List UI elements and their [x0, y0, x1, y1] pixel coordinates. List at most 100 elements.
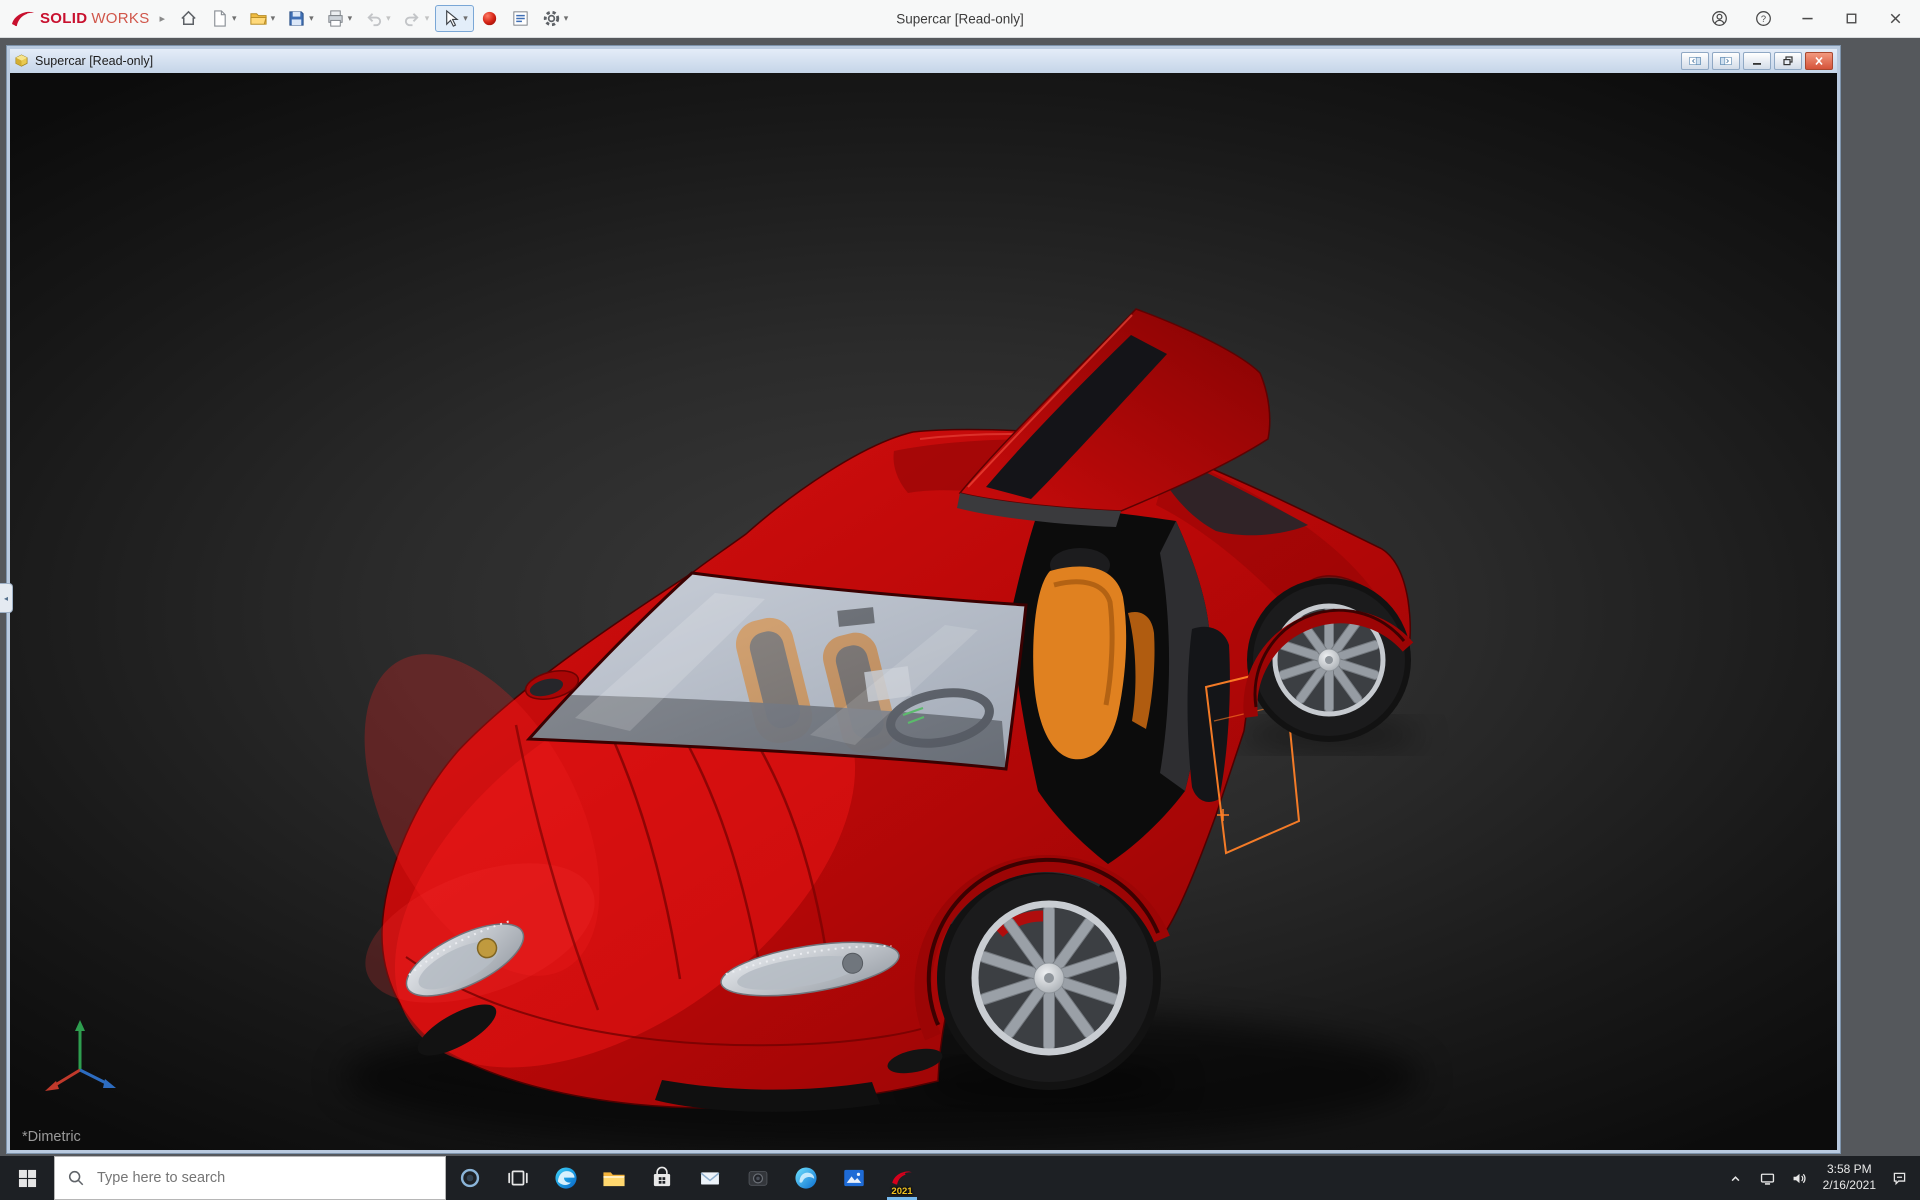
cortana-button[interactable]	[446, 1156, 494, 1200]
print-button[interactable]: ▾	[320, 5, 359, 32]
action-center-button[interactable]	[1891, 1170, 1908, 1187]
dropdown-caret[interactable]: ▾	[386, 13, 391, 24]
search-input[interactable]	[95, 1169, 433, 1187]
save-button[interactable]: ▾	[281, 5, 320, 32]
toolbar-expand-arrow[interactable]: ▸	[160, 12, 166, 25]
chevron-up-icon	[1731, 1175, 1740, 1181]
new-document-icon	[214, 10, 226, 27]
select-cursor-icon	[446, 9, 459, 27]
save-icon	[289, 11, 304, 26]
pane-toggle-right-icon	[1720, 57, 1732, 65]
quick-toolbar: ▾ ▾ ▾ ▾ ▾ ▾ ▾ ▾	[173, 5, 574, 32]
doc-minimize-button[interactable]	[1743, 52, 1771, 70]
window-title: Supercar [Read-only]	[896, 11, 1024, 26]
doc-restore-icon	[1783, 56, 1793, 66]
brand-text-light: WORKS	[91, 10, 150, 27]
taskbar-search[interactable]	[54, 1156, 446, 1200]
dropdown-caret[interactable]: ▾	[463, 13, 468, 24]
part-document-icon	[14, 54, 29, 69]
appearance-sphere-icon	[482, 11, 496, 26]
svg-text:?: ?	[1761, 14, 1766, 24]
network-button[interactable]	[1759, 1170, 1776, 1187]
document-titlebar[interactable]: Supercar [Read-only]	[10, 49, 1837, 73]
account-icon	[1712, 11, 1727, 26]
dropdown-caret[interactable]: ▾	[564, 13, 569, 24]
taskbar-icon-file-explorer[interactable]	[590, 1156, 638, 1200]
properties-button[interactable]	[505, 5, 536, 32]
action-center-icon	[1893, 1172, 1906, 1185]
volume-button[interactable]	[1791, 1170, 1808, 1187]
collapsed-panel-tab[interactable]: ◂	[0, 583, 13, 613]
hidden-icons-button[interactable]	[1727, 1170, 1744, 1187]
help-icon: ?	[1756, 11, 1771, 26]
minimize-icon	[1802, 17, 1813, 20]
help-button[interactable]: ?	[1755, 10, 1772, 27]
dropdown-caret[interactable]: ▾	[309, 13, 314, 24]
select-tool-button[interactable]: ▾	[435, 5, 474, 32]
home-button[interactable]	[173, 5, 204, 32]
doc-close-button[interactable]	[1805, 52, 1833, 70]
titlebar-controls: ?	[1711, 10, 1910, 27]
taskbar-icon-mail[interactable]	[686, 1156, 734, 1200]
camera-icon	[748, 1171, 768, 1186]
clock-time: 3:58 PM	[1826, 1162, 1872, 1177]
redo-icon	[404, 13, 419, 27]
maximize-icon	[1846, 13, 1857, 24]
solidworks-logo[interactable]: SOLID WORKS	[10, 8, 150, 30]
doc-minimize-icon	[1753, 63, 1761, 65]
windows-taskbar: 2021 3:58 PM 2/16/2021	[0, 1156, 1920, 1200]
options-button[interactable]: ▾	[536, 5, 575, 32]
viewport-3d[interactable]: *Dimetric	[10, 73, 1837, 1150]
solidworks-app: SOLID WORKS ▸ ▾ ▾ ▾ ▾ ▾ ▾ ▾ ▾ Supercar […	[0, 0, 1920, 1200]
close-button[interactable]	[1887, 10, 1904, 27]
properties-icon	[513, 11, 528, 26]
account-button[interactable]	[1711, 10, 1728, 27]
taskbar-icon-solidworks[interactable]: 2021	[878, 1156, 926, 1200]
solidworks-version-badge: 2021	[891, 1186, 913, 1197]
clock-date: 2/16/2021	[1822, 1178, 1876, 1192]
system-tray: 3:58 PM 2/16/2021	[1727, 1156, 1920, 1200]
options-gear-icon	[543, 10, 559, 27]
undo-button[interactable]: ▾	[358, 5, 397, 32]
edge-icon	[555, 1167, 577, 1189]
pane-toggle-right-button[interactable]	[1712, 52, 1740, 70]
dropdown-caret[interactable]: ▾	[271, 13, 276, 24]
minimize-button[interactable]	[1799, 10, 1816, 27]
appearance-button[interactable]	[474, 5, 505, 32]
maximize-button[interactable]	[1843, 10, 1860, 27]
start-button[interactable]	[0, 1156, 54, 1200]
windows-start-icon	[18, 1169, 36, 1187]
mail-icon	[700, 1172, 720, 1185]
close-icon	[1890, 13, 1901, 24]
taskbar-clock[interactable]: 3:58 PM 2/16/2021	[1823, 1162, 1876, 1193]
taskbar-icon-store[interactable]	[638, 1156, 686, 1200]
taskbar-icon-camera[interactable]	[734, 1156, 782, 1200]
open-folder-icon	[250, 13, 267, 25]
open-button[interactable]: ▾	[243, 5, 282, 32]
dropdown-caret[interactable]: ▾	[232, 13, 237, 24]
pane-toggle-left-button[interactable]	[1681, 52, 1709, 70]
taskbar-icon-edge[interactable]	[542, 1156, 590, 1200]
orientation-triad	[45, 1020, 116, 1091]
document-window: Supercar [Read-only] *Dimetric	[7, 46, 1840, 1153]
redo-button[interactable]: ▾	[397, 5, 436, 32]
dropdown-caret[interactable]: ▾	[348, 13, 353, 24]
solidworks-logo-mark	[12, 11, 34, 26]
cortana-icon	[460, 1168, 480, 1188]
brand-text-bold: SOLID	[40, 10, 88, 27]
dropdown-caret[interactable]: ▾	[425, 13, 430, 24]
car-model-render[interactable]	[10, 73, 1837, 1150]
taskbar-icon-photos[interactable]	[830, 1156, 878, 1200]
pane-toggle-left-icon	[1689, 57, 1701, 65]
photos-icon	[844, 1169, 864, 1187]
undo-icon	[367, 13, 382, 27]
doc-restore-button[interactable]	[1774, 52, 1802, 70]
task-view-button[interactable]	[494, 1156, 542, 1200]
search-icon	[68, 1170, 84, 1186]
mdi-background: ◂ Supercar [Read-only] *Dimetric	[0, 38, 1920, 1156]
file-explorer-icon	[603, 1172, 625, 1187]
document-window-controls	[1681, 52, 1833, 70]
volume-icon	[1793, 1173, 1806, 1183]
new-document-button[interactable]: ▾	[204, 5, 243, 32]
taskbar-icon-media[interactable]	[782, 1156, 830, 1200]
